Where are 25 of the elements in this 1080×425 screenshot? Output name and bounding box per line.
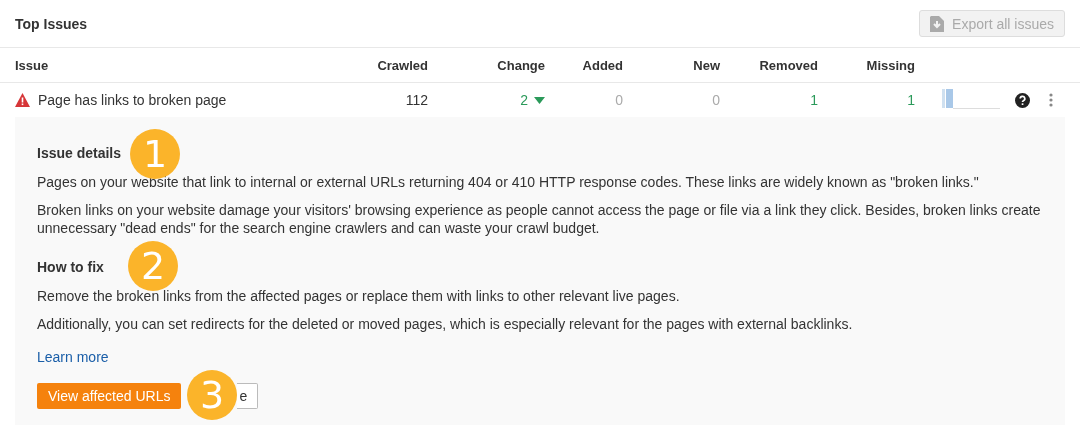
column-header: Issue — [15, 57, 50, 73]
secondary-button[interactable]: e — [237, 383, 259, 409]
learn-more-link[interactable]: Learn more — [37, 349, 109, 365]
table-cell: 1 — [810, 92, 818, 108]
column-header: Crawled — [376, 57, 428, 73]
help-icon[interactable] — [1014, 92, 1030, 108]
sparkline-drawing — [942, 88, 1000, 109]
column-header: Change — [496, 57, 545, 73]
column-header: Removed — [758, 57, 818, 73]
download-file-icon — [930, 15, 945, 32]
table-cell: 0 — [615, 92, 623, 108]
column-header: Missing — [865, 57, 915, 73]
table-cell-text: 112 — [404, 92, 428, 108]
table-cell: 1 — [907, 92, 915, 108]
column-header: New — [692, 57, 720, 73]
table-cell: 0 — [712, 92, 720, 108]
panel-title: Top Issues — [15, 15, 88, 32]
section-heading: Issue details — [37, 145, 122, 161]
paragraph: Additionally, you can set redirects for the deleted or moved pages, which is especially relevant for the pages with external backlinks. — [37, 315, 854, 333]
paragraph: Broken links on your website damage your visitors' browsing experience as people cannot access the page or file via a link they click. Besides, broken links create unnecessary "dead ends" for the search engine crawlers and can waste your crawl budget. — [37, 201, 1042, 237]
table-cell: 2 — [520, 92, 528, 108]
issue-name[interactable]: Page has links to broken page — [38, 92, 227, 108]
section-heading: How to fix — [37, 259, 104, 275]
more-options-icon[interactable] — [1049, 93, 1053, 107]
column-header: Added — [581, 57, 623, 73]
